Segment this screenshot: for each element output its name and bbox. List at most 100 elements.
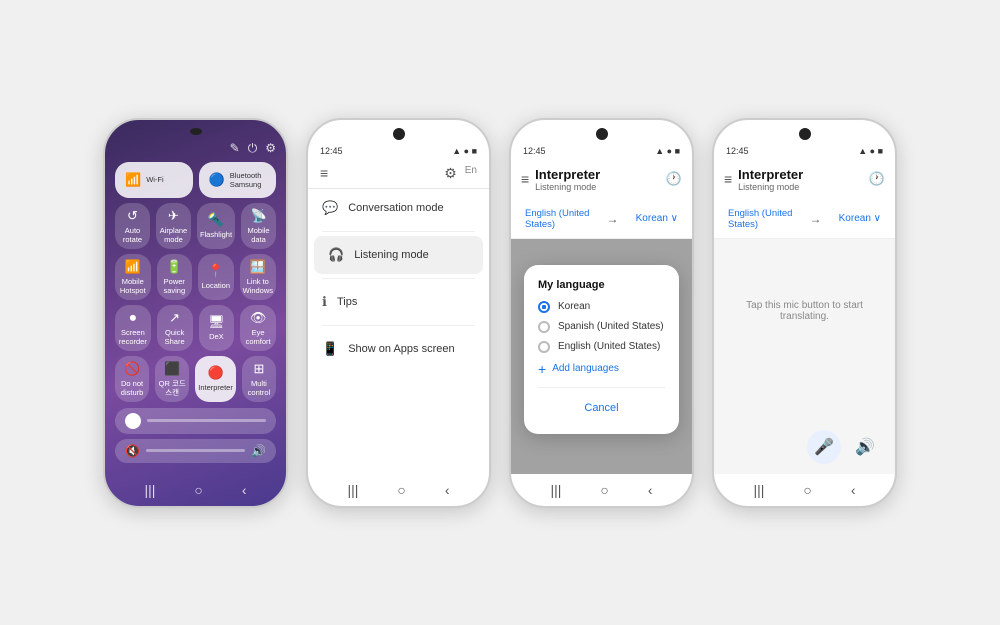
airplane-tile[interactable]: ✈Airplane mode [156,203,191,249]
volume-high-icon: 🔊 [251,444,266,458]
phone-2-status-bar: 12:45 ▲ ● ■ [308,140,489,159]
nav-3-recents[interactable]: ‹ [648,482,653,498]
interp-4-title-block: Interpreter Listening mode [738,167,863,192]
location-tile[interactable]: 📍 Location [198,254,234,300]
interp-3-lang-to[interactable]: Korean ∨ [636,213,678,224]
speaker-button[interactable]: 🔊 [851,433,879,461]
power-saving-icon: 🔋 [166,259,182,275]
quick-share-tile[interactable]: ↗Quick Share [157,305,193,351]
phone-3-icons: ▲ ● ■ [655,146,680,156]
settings-icon[interactable]: ⚙ [265,141,276,156]
phone-3-status-bar: 12:45 ▲ ● ■ [511,140,692,159]
interpreter-label: Interpreter [198,383,233,392]
interp-3-menu-icon[interactable]: ≡ [521,171,529,187]
interpreter-icon: 🔴 [207,365,223,381]
nav-4-back[interactable]: ||| [753,482,764,498]
interp-4-arrow: → [810,212,822,226]
dex-tile[interactable]: 🖥DeX [199,305,235,351]
hotspot-tile[interactable]: 📶Mobile Hotspot [115,254,151,300]
hotspot-icon: 📶 [125,259,141,275]
dialog-overlay: My language Korean Spanish (United State… [511,239,692,474]
dnd-icon: 🚫 [124,361,140,377]
nav-4-home[interactable]: ○ [803,482,811,498]
eye-comfort-tile[interactable]: 👁Eye comfort [240,305,276,351]
cc-grid-row-4: 🚫 Do not disturb ⬛QR 코드 스캔 🔴 Interpreter ⊞… [115,356,276,402]
add-languages-label: Add languages [552,363,619,374]
wifi-tile[interactable]: 📶 Wi-Fi [115,162,193,198]
screen-recorder-label: Screen recorder [118,328,148,346]
nav-4-recents[interactable]: ‹ [851,482,856,498]
menu-divider-2 [322,278,475,279]
option-english-label: English (United States) [558,341,660,352]
interp-4-lang-from[interactable]: English (UnitedStates) [728,208,792,230]
nav-2-home[interactable]: ○ [397,482,405,498]
listening-mode-item[interactable]: 🎧 Listening mode [314,236,483,274]
volume-slider[interactable]: 🔇 🔊 [115,439,276,463]
mobile-data-tile[interactable]: 📡Mobile data [241,203,276,249]
interp-3-lang-from[interactable]: English (UnitedStates) [525,208,589,230]
show-apps-icon: 📱 [322,341,338,357]
interp-4-title: Interpreter [738,167,863,182]
cc-sliders: 🔇 🔊 [115,408,276,463]
power-saving-tile[interactable]: 🔋Power saving [157,254,193,300]
mic-button[interactable]: 🎤 [807,430,841,464]
dialog-option-korean[interactable]: Korean [538,301,665,313]
flashlight-tile[interactable]: 🔦Flashlight [197,203,235,249]
screen-recorder-icon: ⏺ [130,310,137,326]
interp-3-history-icon[interactable]: 🕐 [666,171,682,187]
menu-expand-icon[interactable]: En [465,165,477,182]
my-language-dialog: My language Korean Spanish (United State… [524,265,679,434]
nav-recents-icon[interactable]: ‹ [242,482,247,498]
hamburger-icon[interactable]: ≡ [320,165,328,181]
brightness-knob [125,413,141,429]
menu-settings-icon[interactable]: ⚙ [444,165,457,182]
radio-korean [538,301,550,313]
conversation-mode-item[interactable]: 💬 Conversation mode [308,189,489,227]
dialog-option-spanish[interactable]: Spanish (United States) [538,321,665,333]
brightness-slider[interactable] [115,408,276,434]
edit-icon[interactable]: ✎ [230,141,240,156]
cancel-button[interactable]: Cancel [538,396,665,420]
interp-4-subtitle: Listening mode [738,182,863,192]
dialog-option-english[interactable]: English (United States) [538,341,665,353]
phone-4-icons: ▲ ● ■ [858,146,883,156]
dnd-tile[interactable]: 🚫 Do not disturb [115,356,149,402]
bluetooth-tile[interactable]: 🔵 Bluetooth Samsung [199,162,277,198]
interpreter-tile[interactable]: 🔴 Interpreter [195,356,236,402]
tips-item[interactable]: ℹ Tips [308,283,489,321]
interp-3-subtitle: Listening mode [535,182,660,192]
nav-3-back[interactable]: ||| [550,482,561,498]
multi-control-tile[interactable]: ⊞Multi control [242,356,276,402]
interp-3-arrow: → [607,212,619,226]
auto-rotate-tile[interactable]: ↺Auto rotate [115,203,150,249]
phone-3: 12:45 ▲ ● ■ ≡ Interpreter Listening mode… [509,118,694,508]
bluetooth-icon: 🔵 [209,172,225,188]
link-windows-icon: 🪟 [250,259,266,275]
show-apps-item[interactable]: 📱 Show on Apps screen [308,330,489,368]
phone-4: 12:45 ▲ ● ■ ≡ Interpreter Listening mode… [712,118,897,508]
dnd-label: Do not disturb [118,379,146,397]
menu-settings-icons: ⚙ En [444,165,477,182]
nav-home-icon[interactable]: ○ [194,482,202,498]
dialog-divider [538,387,665,388]
interp-3-lang-bar: English (UnitedStates) → Korean ∨ [511,200,692,239]
nav-3-home[interactable]: ○ [600,482,608,498]
nav-back-icon[interactable]: ||| [144,482,155,498]
speaker-icon: 🔊 [855,437,875,457]
link-windows-tile[interactable]: 🪟Link to Windows [240,254,276,300]
interp-4-menu-icon[interactable]: ≡ [724,171,732,187]
screen-recorder-tile[interactable]: ⏺ Screen recorder [115,305,151,351]
qr-tile[interactable]: ⬛QR 코드 스캔 [155,356,189,402]
interp-4-lang-to[interactable]: Korean ∨ [839,213,881,224]
phone-4-time: 12:45 [726,146,749,156]
airplane-label: Airplane mode [159,226,188,244]
add-icon: + [538,361,546,377]
dialog-add-languages[interactable]: + Add languages [538,361,665,377]
location-icon: 📍 [208,263,224,279]
radio-spanish [538,321,550,333]
nav-2-back[interactable]: ||| [347,482,358,498]
nav-2-recents[interactable]: ‹ [445,482,450,498]
interp-4-history-icon[interactable]: 🕐 [869,171,885,187]
power-icon[interactable]: ⏻ [248,141,258,156]
location-label: Location [202,281,230,290]
